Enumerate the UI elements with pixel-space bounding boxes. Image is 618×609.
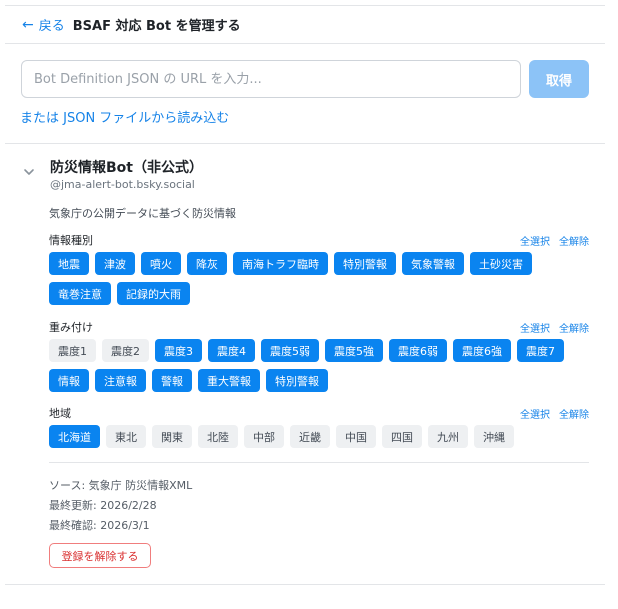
filter-chip[interactable]: 情報 (49, 369, 89, 392)
filter-chip[interactable]: 注意報 (95, 369, 146, 392)
chip-group: 地震 津波 噴火 降灰 南海トラフ臨時 特別警報 気象警報 土砂災害竜巻注意 記録的大雨 (49, 252, 589, 305)
filter-chip[interactable]: 地震 (49, 252, 89, 275)
section-title: 地域 (49, 407, 71, 420)
filter-chip[interactable]: 警報 (152, 369, 192, 392)
source-text: ソース: 気象庁 防災情報XML (49, 479, 193, 492)
unregister-button[interactable]: 登録を解除する (49, 543, 151, 568)
filter-chip[interactable]: 震度6強 (453, 339, 511, 362)
url-form: 取得 (21, 60, 589, 98)
section-divider (5, 143, 605, 144)
back-link[interactable]: ← 戻る (22, 15, 65, 35)
page-header: ← 戻る BSAF 対応 Bot を管理する (5, 6, 605, 44)
page-title: BSAF 対応 Bot を管理する (72, 19, 241, 34)
select-all-button[interactable]: 全選択 (520, 320, 550, 335)
filter-chip[interactable]: 津波 (95, 252, 135, 275)
filter-chip[interactable]: 噴火 (141, 252, 181, 275)
arrow-left-icon: ← (22, 16, 34, 33)
deselect-all-button[interactable]: 全解除 (559, 406, 589, 421)
filter-chip[interactable]: 関東 (152, 425, 192, 448)
filter-chip[interactable]: 東北 (106, 425, 146, 448)
filter-chip[interactable]: 震度1 (49, 339, 96, 362)
chip-group: 北海道 東北 関東 北陸 中部 近畿 中国 四国 九州 沖縄 (49, 425, 589, 448)
filter-chip[interactable]: 震度3 (155, 339, 202, 362)
select-all-button[interactable]: 全選択 (520, 406, 550, 421)
filter-chip[interactable]: 南海トラフ臨時 (233, 252, 328, 275)
filter-chip[interactable]: 震度6弱 (389, 339, 447, 362)
filter-chip[interactable]: 特別警報 (334, 252, 396, 275)
select-all-button[interactable]: 全選択 (520, 233, 550, 248)
chip-group: 震度1 震度2 震度3 震度4 震度5弱 震度5強 震度6弱 震度6強 震度7 情報 注意報 警報 重大… (49, 339, 589, 392)
filter-chip[interactable]: 四国 (382, 425, 422, 448)
card-bottom-divider (5, 584, 605, 585)
section-title: 重み付け (49, 321, 93, 334)
section-region: 地域 全選択 全解除 北海道 東北 関東 北陸 中部 近畿 中国 四国 九州 沖縄 (49, 406, 589, 448)
section-weighting: 重み付け 全選択 全解除 震度1 震度2 震度3 震度4 震度5弱 震度5強 震度6弱 震度6… (49, 320, 589, 392)
filter-chip[interactable]: 震度2 (102, 339, 149, 362)
filter-chip[interactable]: 震度5弱 (261, 339, 319, 362)
filter-chip[interactable]: 土砂災害 (470, 252, 532, 275)
chevron-down-icon[interactable] (22, 165, 36, 179)
bot-definition-url-input[interactable] (21, 60, 521, 98)
filter-chip[interactable]: 気象警報 (402, 252, 464, 275)
bot-handle: @jma-alert-bot.bsky.social (50, 178, 195, 191)
filter-chip[interactable]: 中国 (336, 425, 376, 448)
filter-chip[interactable]: 震度7 (517, 339, 564, 362)
filter-chip[interactable]: 沖縄 (474, 425, 514, 448)
filter-chip[interactable]: 近畿 (290, 425, 330, 448)
deselect-all-button[interactable]: 全解除 (559, 233, 589, 248)
filter-chip[interactable]: 九州 (428, 425, 468, 448)
filter-chip[interactable]: 記録的大雨 (117, 282, 190, 305)
filter-chip[interactable]: 震度4 (208, 339, 255, 362)
filter-chip[interactable]: 特別警報 (266, 369, 328, 392)
last-checked-text: 最終確認: 2026/3/1 (49, 519, 150, 532)
filter-chip[interactable]: 重大警報 (198, 369, 260, 392)
filter-chip[interactable]: 北海道 (49, 425, 100, 448)
back-label: 戻る (38, 19, 65, 34)
bot-description: 気象庁の公開データに基づく防災情報 (49, 207, 236, 220)
deselect-all-button[interactable]: 全解除 (559, 320, 589, 335)
meta-divider (49, 462, 589, 463)
bot-name: 防災情報Bot（非公式） (50, 160, 203, 176)
filter-chip[interactable]: 中部 (244, 425, 284, 448)
section-info-type: 情報種別 全選択 全解除 地震 津波 噴火 降灰 南海トラフ臨時 特別警報 気象警報 土砂災害… (49, 233, 589, 305)
filter-chip[interactable]: 竜巻注意 (49, 282, 111, 305)
load-json-file-link[interactable]: または JSON ファイルから読み込む (20, 107, 229, 126)
fetch-button[interactable]: 取得 (529, 60, 589, 98)
filter-chip[interactable]: 震度5強 (325, 339, 383, 362)
filter-chip[interactable]: 降灰 (187, 252, 227, 275)
filter-chip[interactable]: 北陸 (198, 425, 238, 448)
section-title: 情報種別 (49, 234, 93, 247)
last-updated-text: 最終更新: 2026/2/28 (49, 499, 157, 512)
